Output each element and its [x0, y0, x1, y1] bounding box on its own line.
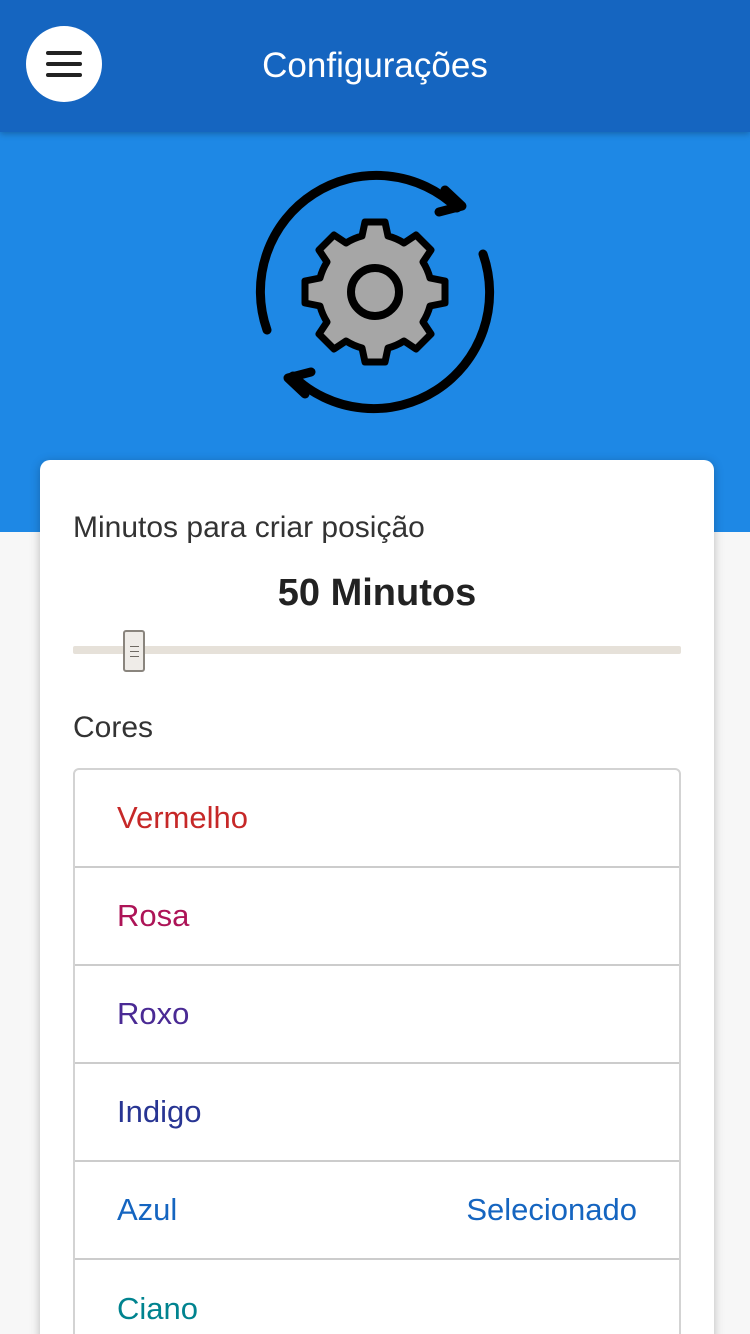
- color-option-rosa[interactable]: Rosa: [75, 868, 679, 966]
- color-option-azul[interactable]: Azul Selecionado: [75, 1162, 679, 1260]
- page-title: Configurações: [262, 46, 488, 85]
- gear-sync-icon: [255, 170, 495, 414]
- color-option-label: Indigo: [117, 1094, 202, 1129]
- color-option-vermelho[interactable]: Vermelho: [75, 770, 679, 868]
- color-option-label: Azul: [117, 1192, 178, 1227]
- color-list: Vermelho Rosa Roxo Indigo Azul Seleciona…: [73, 768, 681, 1334]
- selected-badge: Selecionado: [466, 1192, 637, 1227]
- colors-label: Cores: [73, 711, 154, 744]
- color-option-ciano[interactable]: Ciano: [75, 1260, 679, 1334]
- grip-icon: [129, 645, 139, 647]
- color-option-label: Rosa: [117, 898, 190, 933]
- color-option-label: Ciano: [117, 1291, 198, 1326]
- minutes-label: Minutos para criar posição: [73, 511, 425, 544]
- grip-icon-line: [129, 650, 139, 652]
- minutes-value: 50 Minutos: [277, 572, 477, 614]
- settings-card: Minutos para criar posição 50 Minutos Co…: [40, 460, 714, 1334]
- app-bar: Configurações: [0, 0, 750, 132]
- color-option-label: Vermelho: [117, 800, 248, 835]
- color-option-roxo[interactable]: Roxo: [75, 966, 679, 1064]
- color-option-indigo[interactable]: Indigo: [75, 1064, 679, 1162]
- minutes-slider-track[interactable]: [73, 646, 681, 654]
- color-option-label: Roxo: [117, 996, 190, 1031]
- grip-icon-line: [129, 655, 139, 657]
- minutes-slider-handle[interactable]: [123, 630, 145, 672]
